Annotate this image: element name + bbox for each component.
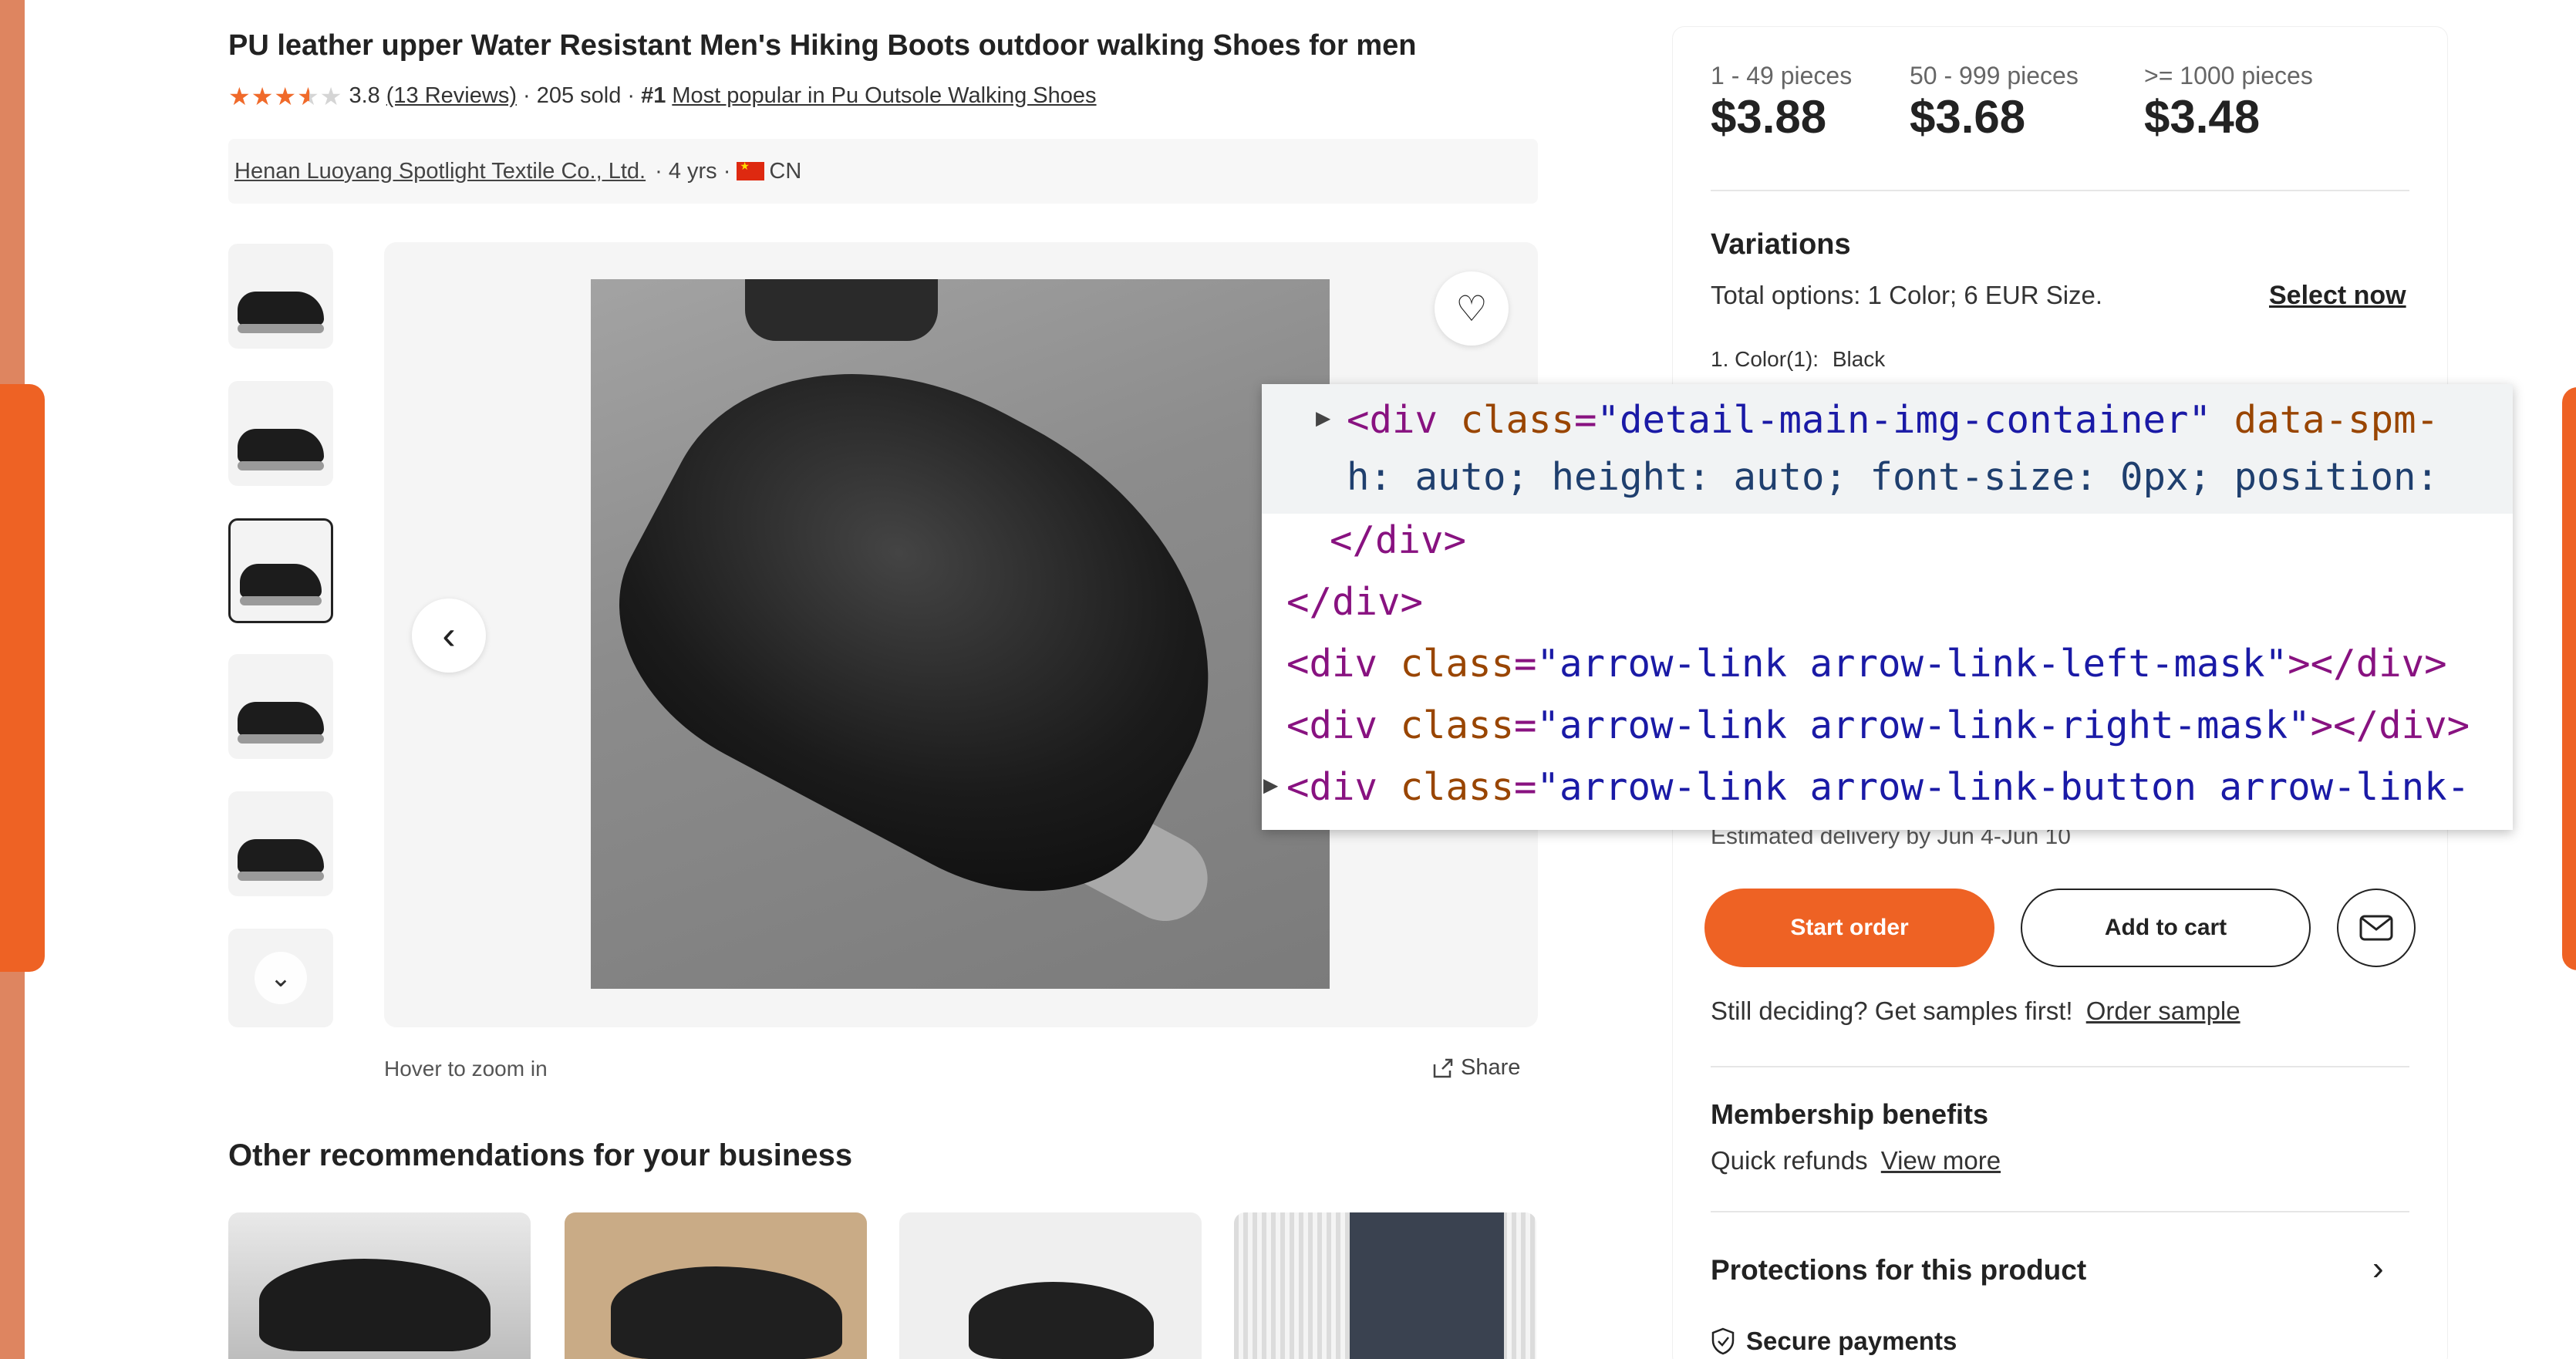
- recommendation-card[interactable]: [228, 1212, 531, 1359]
- gallery-thumbnail-active[interactable]: [228, 518, 333, 623]
- devtools-class-value: "arrow-link arrow-link-right-mask": [1536, 703, 2311, 747]
- price-tier: 1 - 49 pieces $3.88: [1711, 62, 1852, 143]
- add-to-cart-button[interactable]: Add to cart: [2021, 889, 2311, 967]
- left-side-tab[interactable]: [0, 384, 45, 972]
- product-title: PU leather upper Water Resistant Men's H…: [228, 29, 1417, 62]
- tier-price: $3.48: [2144, 91, 2261, 143]
- variations-title: Variations: [1711, 228, 1851, 261]
- china-flag-icon: [737, 160, 765, 180]
- tier-quantity: >= 1000 pieces: [2144, 62, 2313, 89]
- membership-line: Quick refunds View more: [1711, 1146, 2001, 1175]
- recommendation-card[interactable]: [1234, 1212, 1536, 1359]
- chevron-right-icon[interactable]: ›: [2372, 1249, 2384, 1288]
- rating-row: ★ ★ ★ ★ ★ 3.8 (13 Reviews) · 205 sold · …: [228, 83, 1097, 109]
- price-tier: 50 - 999 pieces $3.68: [1910, 62, 2079, 143]
- star-icon: ★: [228, 82, 251, 110]
- supplier-years: · 4 yrs ·: [655, 158, 731, 184]
- secure-payments-row: Secure payments: [1711, 1327, 1957, 1356]
- devtools-style-line[interactable]: h: auto; height: auto; font-size: 0px; p…: [1347, 455, 2439, 499]
- tier-price: $3.68: [1910, 91, 2026, 143]
- rating-value: 3.8: [349, 83, 380, 108]
- devtools-class-value: "arrow-link arrow-link-left-mask": [1536, 642, 2288, 686]
- devtools-code-line[interactable]: </div>: [1286, 580, 1423, 624]
- samples-text: Still deciding? Get samples first!: [1711, 996, 2073, 1025]
- variations-options: Total options: 1 Color; 6 EUR Size.: [1711, 281, 2103, 309]
- membership-text: Quick refunds: [1711, 1146, 1868, 1175]
- tier-quantity: 50 - 999 pieces: [1910, 62, 2079, 89]
- reviews-link[interactable]: (13 Reviews): [386, 83, 517, 109]
- divider: [1711, 1211, 2409, 1212]
- samples-line: Still deciding? Get samples first! Order…: [1711, 996, 2241, 1026]
- gallery-thumbnail[interactable]: [228, 654, 333, 759]
- mail-icon: [2359, 915, 2393, 941]
- tier-price: $3.88: [1711, 91, 1827, 143]
- gallery-thumbnail[interactable]: [228, 381, 333, 486]
- share-icon: [1433, 1058, 1453, 1077]
- chevron-down-icon[interactable]: ⌄: [255, 952, 307, 1004]
- tier-quantity: 1 - 49 pieces: [1711, 62, 1853, 89]
- share-label: Share: [1461, 1055, 1521, 1080]
- gallery-thumbnail[interactable]: [228, 244, 333, 349]
- rank-badge: #1: [641, 83, 666, 108]
- star-icon: ★: [251, 82, 274, 110]
- secure-payments-label: Secure payments: [1746, 1327, 1957, 1355]
- devtools-elements-panel[interactable]: ▶ <div class="detail-main-img-container" …: [1262, 384, 2513, 830]
- divider: [1711, 190, 2409, 191]
- devtools-class-value: "detail-main-img-container": [1597, 398, 2212, 442]
- select-now-link[interactable]: Select now: [2269, 281, 2406, 311]
- share-button[interactable]: Share: [1431, 1055, 1520, 1081]
- devtools-code-line[interactable]: </div>: [1330, 518, 1466, 562]
- favorite-heart-icon[interactable]: ♡: [1435, 271, 1509, 346]
- rank-category-link[interactable]: Most popular in Pu Outsole Walking Shoes: [672, 83, 1096, 109]
- price-tier: >= 1000 pieces $3.48: [2144, 62, 2313, 143]
- protections-title[interactable]: Protections for this product: [1711, 1254, 2086, 1286]
- devtools-code-line[interactable]: <div class="arrow-link arrow-link-right-…: [1286, 703, 2470, 747]
- recommendation-card[interactable]: [899, 1212, 1202, 1359]
- sold-count: · 205 sold ·: [522, 83, 636, 108]
- color-label: 1. Color(1):: [1711, 347, 1819, 371]
- recommendations-heading: Other recommendations for your business: [228, 1138, 853, 1172]
- color-value: Black: [1832, 347, 1886, 371]
- message-supplier-button[interactable]: [2337, 889, 2416, 967]
- devtools-code-line[interactable]: ▶ <div class="detail-main-img-container" …: [1316, 398, 2439, 442]
- zoom-hint: Hover to zoom in: [384, 1057, 548, 1081]
- gallery-thumbnail[interactable]: [228, 791, 333, 896]
- start-order-button[interactable]: Start order: [1704, 889, 1994, 967]
- devtools-attr-tail: data-spm-: [2211, 398, 2439, 442]
- star-half-icon: ★: [297, 82, 319, 110]
- view-more-link[interactable]: View more: [1881, 1146, 2001, 1175]
- expand-triangle-icon[interactable]: ▶: [1316, 403, 1330, 432]
- divider: [1711, 1066, 2409, 1067]
- gallery-thumbnail[interactable]: ⌄: [228, 929, 333, 1027]
- order-sample-link[interactable]: Order sample: [2086, 996, 2241, 1025]
- devtools-code-line[interactable]: ▶ <div class="arrow-link arrow-link-butto…: [1263, 765, 2470, 809]
- star-empty-icon: ★: [319, 82, 342, 110]
- supplier-name-link[interactable]: Henan Luoyang Spotlight Textile Co., Ltd…: [234, 159, 646, 184]
- membership-title: Membership benefits: [1711, 1098, 1989, 1130]
- devtools-class-value: "arrow-link arrow-link-button arrow-link…: [1536, 765, 2470, 809]
- expand-triangle-icon[interactable]: ▶: [1263, 770, 1278, 799]
- star-icon: ★: [274, 82, 297, 110]
- supplier-bar: Henan Luoyang Spotlight Textile Co., Ltd…: [228, 139, 1538, 204]
- right-side-tab[interactable]: [2562, 387, 2576, 970]
- color-variation: 1. Color(1): Black: [1711, 347, 1885, 372]
- main-product-image[interactable]: [591, 279, 1330, 989]
- chevron-left-icon[interactable]: ‹: [412, 599, 486, 673]
- supplier-country: CN: [769, 158, 802, 184]
- recommendation-card[interactable]: [565, 1212, 867, 1359]
- devtools-code-line[interactable]: <div class="arrow-link arrow-link-left-m…: [1286, 642, 2447, 686]
- shield-check-icon: [1711, 1327, 1735, 1355]
